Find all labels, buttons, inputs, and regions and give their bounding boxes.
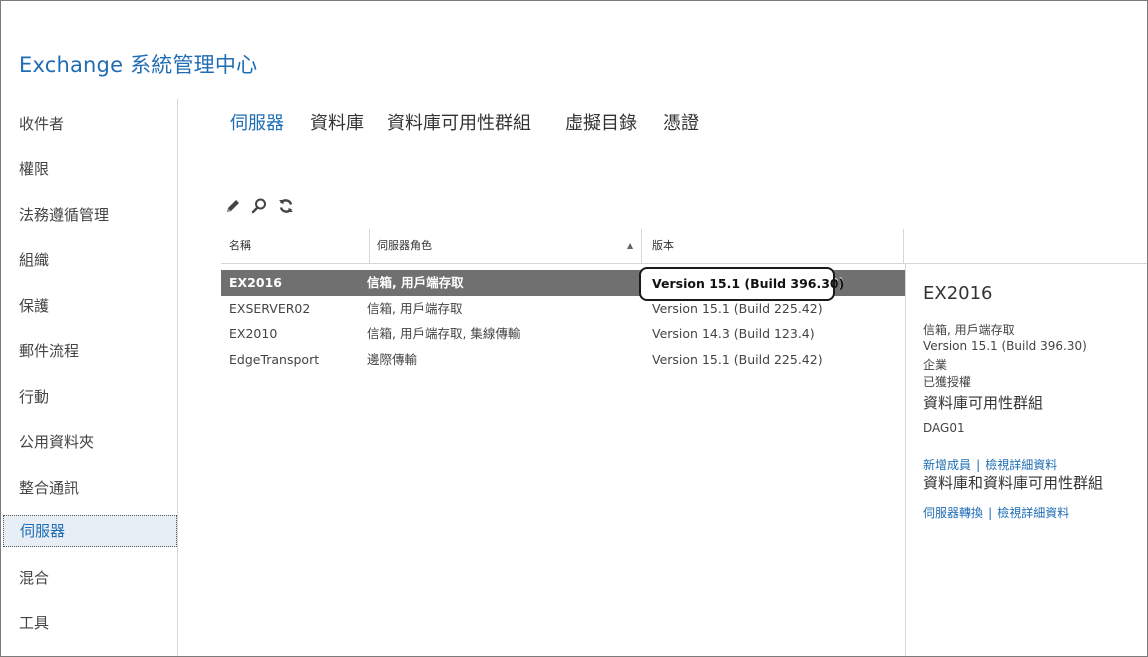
server-name-cell: EdgeTransport xyxy=(229,352,320,367)
column-header-version[interactable]: 版本 xyxy=(652,229,674,263)
tab-database-availability-groups[interactable]: 資料庫可用性群組 xyxy=(387,109,531,135)
details-db-links: 伺服器轉換 | 檢視詳細資料 xyxy=(923,502,1069,521)
edit-icon[interactable] xyxy=(224,197,242,215)
details-dag-name: DAG01 xyxy=(923,421,965,435)
sidebar-item-public-folders[interactable]: 公用資料夾 xyxy=(19,431,94,452)
link-separator: | xyxy=(976,458,981,472)
sidebar-item-tools[interactable]: 工具 xyxy=(19,612,49,633)
server-name-cell: EXSERVER02 xyxy=(229,301,311,316)
server-roles-cell: 信箱, 用戶端存取, 集線傳輸 xyxy=(367,326,521,341)
refresh-icon[interactable] xyxy=(277,197,295,215)
sidebar-item-hybrid[interactable]: 混合 xyxy=(19,567,49,588)
sidebar-item-mail-flow[interactable]: 郵件流程 xyxy=(19,340,79,361)
details-roles: 信箱, 用戶端存取 xyxy=(923,323,1015,337)
column-divider xyxy=(369,229,370,263)
details-version: Version 15.1 (Build 396.30) xyxy=(923,339,1087,353)
server-version-cell: Version 14.3 (Build 123.4) xyxy=(652,326,815,341)
sidebar-item-organization[interactable]: 組織 xyxy=(19,249,49,270)
details-title: EX2016 xyxy=(923,283,993,304)
tab-certificates[interactable]: 憑證 xyxy=(663,109,699,135)
tab-virtual-directories[interactable]: 虛擬目錄 xyxy=(565,109,637,135)
column-divider xyxy=(903,229,904,263)
server-switchover-link[interactable]: 伺服器轉換 xyxy=(923,506,983,520)
details-dag-heading: 資料庫可用性群組 xyxy=(923,394,1044,412)
page-title: Exchange 系統管理中心 xyxy=(19,53,258,77)
sort-ascending-icon: ▲ xyxy=(627,241,634,250)
column-header-name[interactable]: 名稱 xyxy=(229,229,251,263)
server-version-cell: Version 15.1 (Build 225.42) xyxy=(652,352,823,367)
tab-databases[interactable]: 資料庫 xyxy=(310,109,364,135)
server-name-cell: EX2016 xyxy=(229,275,282,290)
server-roles-cell: 信箱, 用戶端存取 xyxy=(367,275,464,290)
table-row[interactable]: EdgeTransport 邊際傳輸 Version 15.1 (Build 2… xyxy=(221,347,905,373)
details-license-status: 已獲授權 xyxy=(923,375,972,389)
sidebar-item-servers[interactable]: 伺服器 xyxy=(3,515,177,547)
sidebar-item-mobile[interactable]: 行動 xyxy=(19,386,49,407)
add-member-link[interactable]: 新增成員 xyxy=(923,458,971,472)
link-separator: | xyxy=(988,506,993,520)
app-window: Exchange 系統管理中心 收件者 權限 法務遵循管理 組織 保護 郵件流程… xyxy=(0,0,1148,657)
details-db-heading: 資料庫和資料庫可用性群組 xyxy=(923,474,1104,492)
tab-servers[interactable]: 伺服器 xyxy=(230,109,284,135)
sidebar-item-recipients[interactable]: 收件者 xyxy=(19,113,64,134)
sidebar-item-unified-messaging[interactable]: 整合通訊 xyxy=(19,477,79,498)
highlighted-version-text: Version 15.1 (Build 396.30) xyxy=(652,276,845,291)
sidebar-item-compliance[interactable]: 法務遵循管理 xyxy=(19,204,109,225)
server-roles-cell: 信箱, 用戶端存取 xyxy=(367,301,463,316)
view-details-link[interactable]: 檢視詳細資料 xyxy=(997,506,1069,520)
server-name-cell: EX2010 xyxy=(229,326,278,341)
server-roles-cell: 邊際傳輸 xyxy=(367,352,418,367)
search-icon[interactable] xyxy=(250,197,268,215)
details-dag-links: 新增成員 | 檢視詳細資料 xyxy=(923,454,1057,473)
sidebar-item-permissions[interactable]: 權限 xyxy=(19,158,49,179)
column-header-roles[interactable]: 伺服器角色 xyxy=(377,229,432,263)
details-pane: EX2016 信箱, 用戶端存取 Version 15.1 (Build 396… xyxy=(905,263,1147,656)
column-divider xyxy=(641,229,642,263)
view-details-link[interactable]: 檢視詳細資料 xyxy=(985,458,1057,472)
sidebar-item-protection[interactable]: 保護 xyxy=(19,295,49,316)
table-header: 名稱 伺服器角色 ▲ 版本 xyxy=(221,229,1147,264)
details-edition: 企業 xyxy=(923,358,948,372)
left-navigation: 收件者 權限 法務遵循管理 組織 保護 郵件流程 行動 公用資料夾 整合通訊 伺… xyxy=(1,99,178,656)
version-highlight-callout: Version 15.1 (Build 396.30) xyxy=(639,267,844,301)
table-row[interactable]: EX2010 信箱, 用戶端存取, 集線傳輸 Version 14.3 (Bui… xyxy=(221,321,905,347)
